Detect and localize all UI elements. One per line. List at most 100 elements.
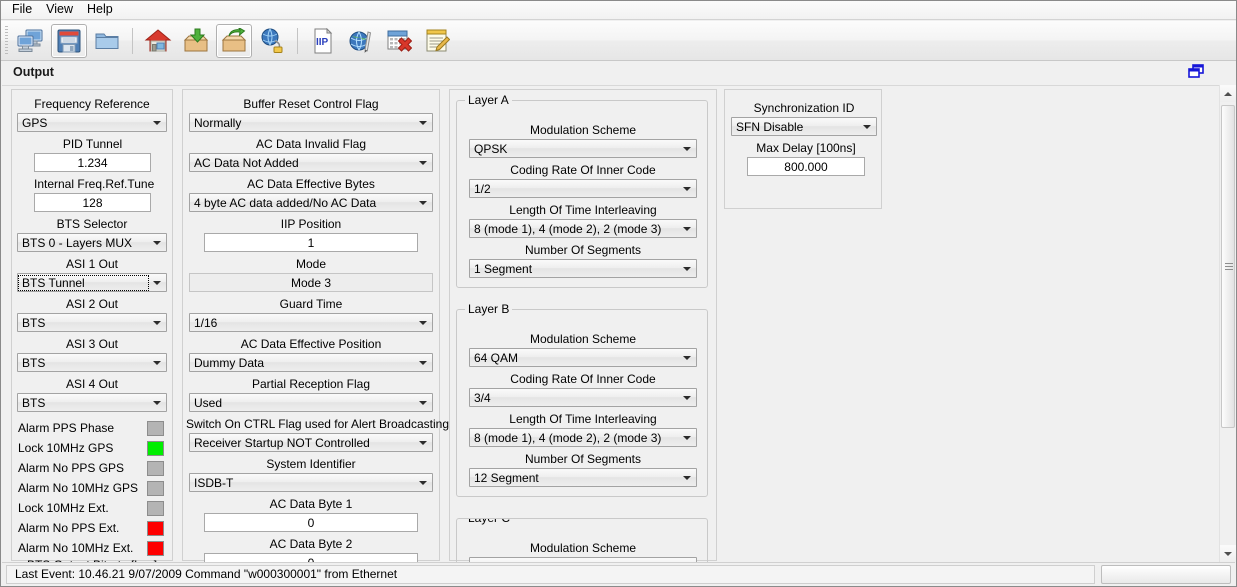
menu-bar: File View Help [1,1,1236,20]
label-layer-a-number-of-segments: Number Of Segments [524,243,642,257]
connect-devices-icon [17,29,43,52]
chevron-down-icon[interactable] [679,389,695,406]
chevron-down-icon[interactable] [679,180,695,197]
field-partial-reception-flag: Partial Reception Flag Used [189,377,433,412]
menu-file[interactable]: File [5,1,39,19]
label-pid-tunnel: PID Tunnel [62,137,123,151]
combo-layer-a-coding-rate[interactable]: 1/2 [469,179,697,198]
alarm-label-no-pps-ext: Alarm No PPS Ext. [18,521,120,535]
chevron-down-icon[interactable] [149,234,165,251]
chevron-down-icon[interactable] [149,274,165,291]
combo-system-identifier[interactable]: ISDB-T [189,473,433,492]
combo-layer-a-number-of-segments[interactable]: 1 Segment [469,259,697,278]
menu-view[interactable]: View [39,1,80,19]
input-ac-data-byte-1[interactable]: 0 [204,513,418,532]
label-layer-a-coding-rate: Coding Rate Of Inner Code [510,163,656,177]
combo-layer-b-time-interleaving[interactable]: 8 (mode 1), 4 (mode 2), 2 (mode 3) [469,428,697,447]
status-bar-resize-grip[interactable] [1101,564,1231,584]
vertical-scrollbar[interactable] [1219,85,1236,562]
combo-asi-1-out[interactable]: BTS Tunnel [17,273,167,292]
chevron-down-icon[interactable] [149,314,165,331]
label-frequency-reference: Frequency Reference [34,97,150,111]
chevron-down-icon[interactable] [415,434,431,451]
chevron-down-icon[interactable] [415,314,431,331]
status-bar: Last Event: 10.46.21 9/07/2009 Command "… [2,562,1235,585]
combo-guard-time[interactable]: 1/16 [189,313,433,332]
menu-help[interactable]: Help [80,1,120,19]
combo-value-ac-data-effective-position: Dummy Data [194,355,265,370]
chevron-down-icon[interactable] [679,140,695,157]
calendar-delete-icon [387,30,412,52]
combo-asi-2-out[interactable]: BTS [17,313,167,332]
field-layer-a-number-of-segments: Number Of Segments 1 Segment [469,243,697,278]
combo-layer-a-modulation-scheme[interactable]: QPSK [469,139,697,158]
scrollbar-grip [1225,262,1233,271]
combo-asi-3-out[interactable]: BTS [17,353,167,372]
chevron-down-icon[interactable] [415,114,431,131]
chevron-down-icon[interactable] [149,394,165,411]
export-box-button[interactable] [216,23,252,58]
combo-value-switch-on-ctrl-flag: Receiver Startup NOT Controlled [194,435,370,450]
chevron-down-icon[interactable] [415,354,431,371]
input-iip-position[interactable]: 1 [204,233,418,252]
chevron-down-icon[interactable] [679,220,695,237]
chevron-down-icon[interactable] [415,194,431,211]
combo-asi-4-out[interactable]: BTS [17,393,167,412]
import-box-icon [183,28,209,51]
combo-value-layer-b-number-of-segments: 12 Segment [474,470,539,485]
home-button[interactable] [140,24,176,58]
status-led-lock-10mhz-ext [147,500,164,516]
combo-layer-a-time-interleaving[interactable]: 8 (mode 1), 4 (mode 2), 2 (mode 3) [469,219,697,238]
toolbar-drag-handle[interactable] [4,25,10,56]
chevron-down-icon[interactable] [679,469,695,486]
chevron-down-icon[interactable] [859,118,875,135]
scrollbar-thumb[interactable] [1221,105,1235,428]
combo-layer-b-coding-rate[interactable]: 3/4 [469,388,697,407]
field-layer-b-modulation-scheme: Modulation Scheme 64 QAM [469,332,697,367]
chevron-down-icon[interactable] [149,354,165,371]
toolbar-separator-2 [297,27,298,54]
field-layer-a-time-interleaving: Length Of Time Interleaving 8 (mode 1), … [469,203,697,238]
combo-partial-reception-flag[interactable]: Used [189,393,433,412]
network-globe-button[interactable] [254,24,290,58]
combo-bts-selector[interactable]: BTS 0 - Layers MUX [17,233,167,252]
combo-layer-b-number-of-segments[interactable]: 12 Segment [469,468,697,487]
application-window: File View Help IIP Output Frequency Refe… [0,0,1237,587]
iip-page-button[interactable]: IIP [305,24,341,58]
combo-switch-on-ctrl-flag[interactable]: Receiver Startup NOT Controlled [189,433,433,452]
combo-layer-b-modulation-scheme[interactable]: 64 QAM [469,348,697,367]
import-box-button[interactable] [178,24,214,58]
input-pid-tunnel[interactable]: 1.234 [34,153,151,172]
combo-ac-data-invalid-flag[interactable]: AC Data Not Added [189,153,433,172]
field-asi-3-out: ASI 3 Out BTS [17,337,167,372]
combo-frequency-reference[interactable]: GPS [17,113,167,132]
cascade-windows-icon[interactable] [1188,64,1206,80]
chevron-down-icon[interactable] [415,154,431,171]
scroll-down-arrow-icon[interactable] [1220,545,1236,562]
field-mode: Mode Mode 3 [189,257,433,292]
save-button[interactable] [51,23,87,58]
open-folder-button[interactable] [89,24,125,58]
input-internal-freq-ref-tune[interactable]: 128 [34,193,151,212]
chevron-down-icon[interactable] [679,260,695,277]
combo-buffer-reset-control-flag[interactable]: Normally [189,113,433,132]
chevron-down-icon[interactable] [415,474,431,491]
chevron-down-icon[interactable] [679,349,695,366]
input-max-delay[interactable]: 800.000 [747,157,865,176]
field-asi-1-out: ASI 1 Out BTS Tunnel [17,257,167,292]
combo-synchronization-id[interactable]: SFN Disable [731,117,877,136]
scroll-up-arrow-icon[interactable] [1220,85,1236,102]
combo-value-bts-selector: BTS 0 - Layers MUX [22,235,133,250]
calendar-delete-button[interactable] [381,24,417,58]
combo-ac-data-effective-bytes[interactable]: 4 byte AC data added/No AC Data [189,193,433,212]
connect-devices-button[interactable] [13,24,49,58]
chevron-down-icon[interactable] [149,114,165,131]
notepad-edit-button[interactable] [419,24,455,58]
alarm-label-lock-10mhz-gps: Lock 10MHz GPS [18,441,114,455]
globe-pencil-button[interactable] [343,24,379,58]
alarm-label-lock-10mhz-ext: Lock 10MHz Ext. [18,501,109,515]
input-ac-data-byte-2[interactable]: 0 [204,553,418,562]
chevron-down-icon[interactable] [415,394,431,411]
chevron-down-icon[interactable] [679,429,695,446]
combo-ac-data-effective-position[interactable]: Dummy Data [189,353,433,372]
